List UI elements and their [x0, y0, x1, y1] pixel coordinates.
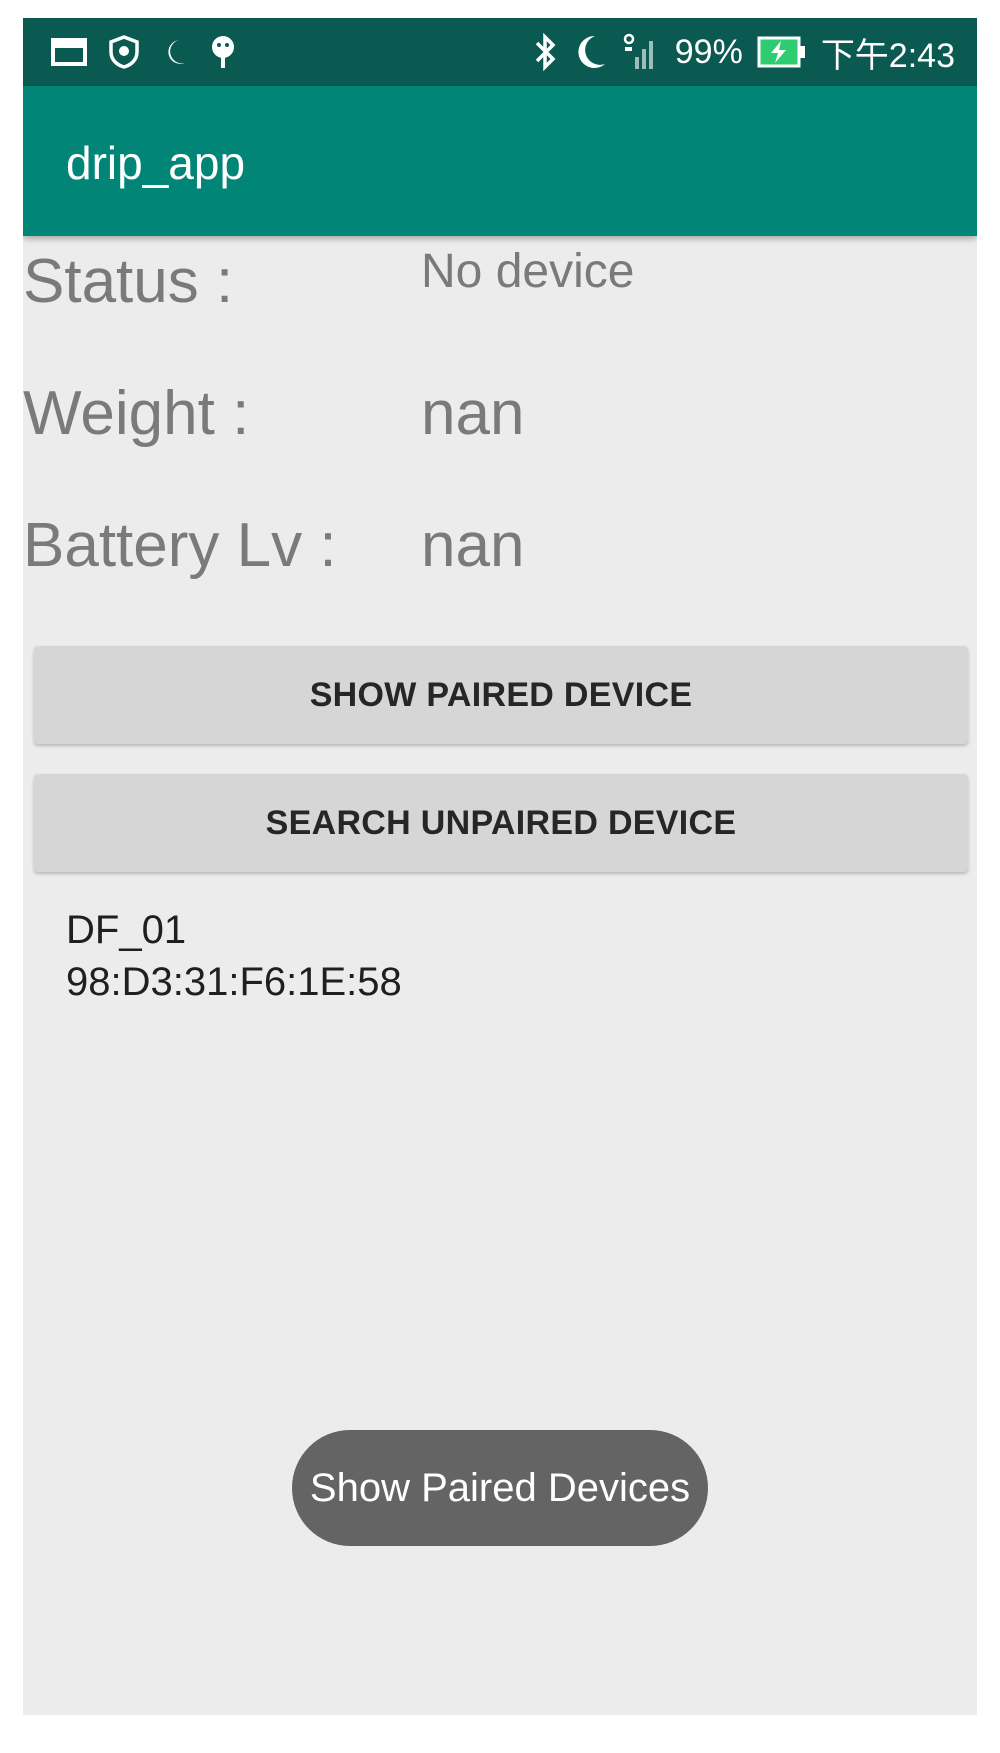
battery-level-label: Battery Lv : — [23, 511, 337, 580]
show-paired-device-button[interactable]: SHOW PAIRED DEVICE — [34, 646, 968, 744]
status-bar-notification-icons — [51, 32, 237, 72]
bluetooth-icon — [533, 33, 559, 71]
toast-message: Show Paired Devices — [292, 1430, 708, 1546]
weight-label: Weight : — [23, 379, 250, 448]
app-bar: drip_app — [23, 86, 977, 236]
device-address: 98:D3:31:F6:1E:58 — [66, 960, 402, 1004]
list-item[interactable]: DF_01 98:D3:31:F6:1E:58 — [66, 904, 936, 1008]
gallery-icon — [51, 37, 87, 67]
android-debug-icon — [209, 34, 237, 70]
app-title: drip_app — [66, 137, 246, 189]
device-name: DF_01 — [66, 908, 187, 952]
phone-screen: 99% 下午2:43 drip_app Status : No device W… — [23, 18, 977, 1715]
battery-level-value: nan — [421, 511, 525, 580]
weight-value: nan — [421, 379, 525, 448]
battery-percent: 99% — [674, 32, 743, 71]
status-bar: 99% 下午2:43 — [23, 18, 977, 86]
shield-icon — [109, 35, 139, 69]
status-label: Status : — [23, 247, 234, 316]
battery-charging-icon — [757, 35, 807, 69]
status-bar-system-icons: 99% 下午2:43 — [533, 28, 955, 76]
cell-signal-icon — [621, 33, 661, 71]
status-value: No device — [421, 245, 635, 298]
moon-icon — [161, 37, 187, 67]
moon-icon — [573, 33, 607, 71]
clock: 下午2:43 — [820, 36, 955, 75]
search-unpaired-device-button[interactable]: SEARCH UNPAIRED DEVICE — [34, 774, 968, 872]
